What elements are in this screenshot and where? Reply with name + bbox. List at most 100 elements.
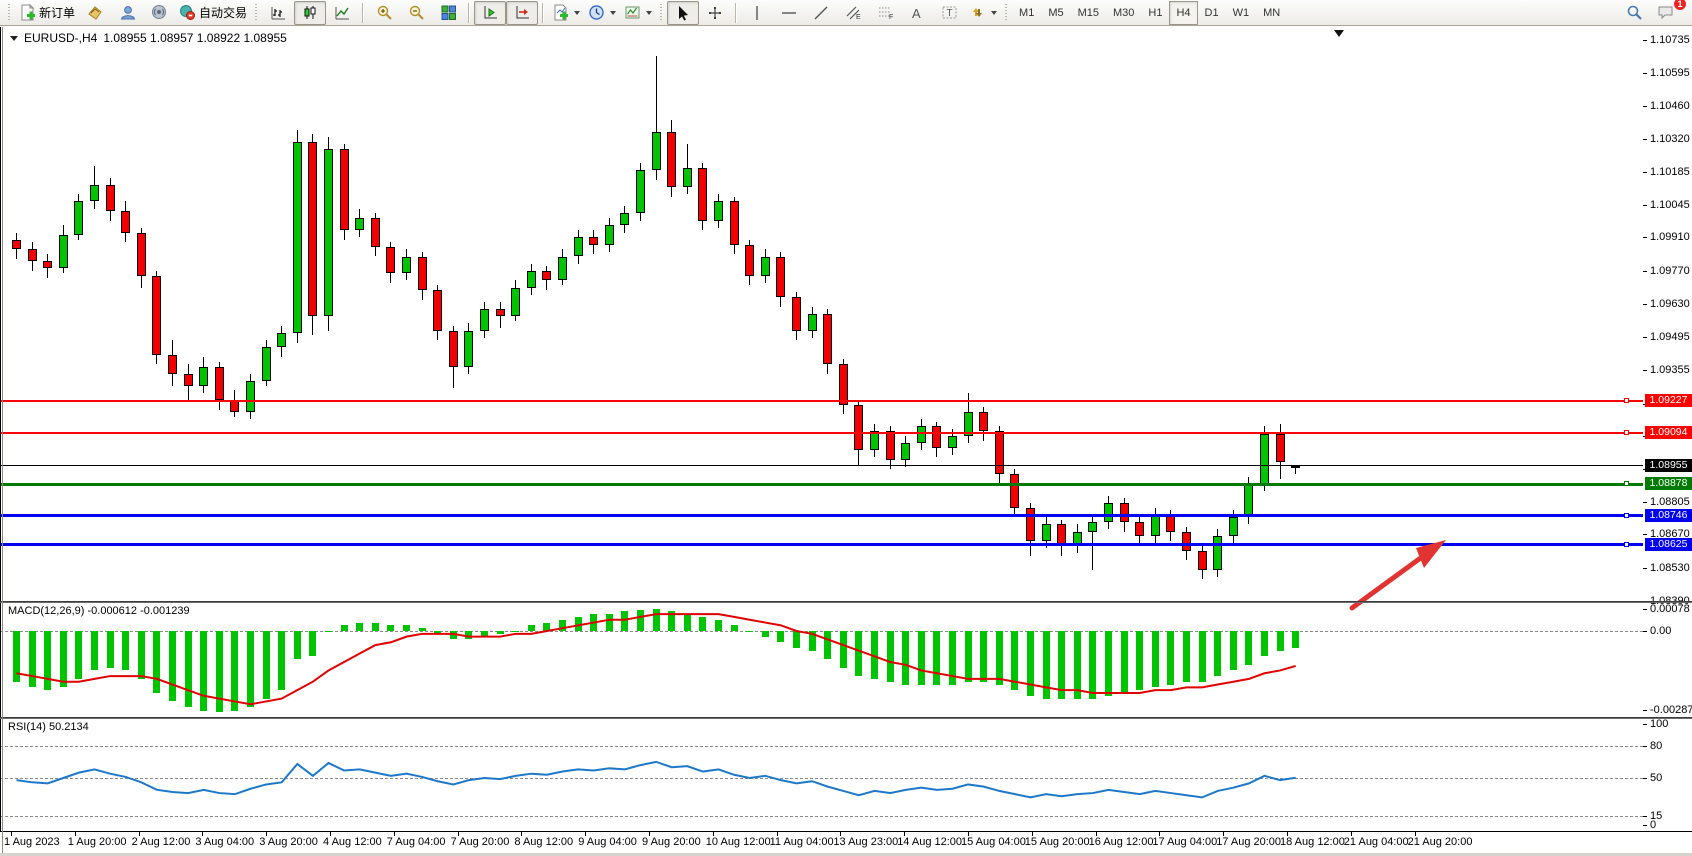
line-handle[interactable] (1624, 430, 1629, 435)
new-order-button[interactable]: 新订单 (15, 1, 79, 25)
equidistant-channel-icon: E (845, 4, 862, 21)
macd-histogram-bar (590, 614, 597, 631)
new-chart-button[interactable] (79, 1, 111, 25)
candle (901, 443, 910, 460)
price-line-label: 1.08955 (1645, 459, 1692, 472)
cursor-button[interactable] (667, 1, 699, 25)
horizontal-line-1.08955[interactable] (0, 465, 1643, 466)
line-chart-button[interactable] (326, 1, 358, 25)
fibonacci-button[interactable]: F (869, 1, 901, 25)
tile-windows-button[interactable] (432, 1, 464, 25)
candle (215, 367, 224, 400)
arrows-button[interactable] (965, 1, 1001, 25)
pane-separator[interactable] (0, 717, 1692, 719)
macd-histogram-bar (559, 620, 566, 631)
candle (1088, 522, 1097, 532)
fibonacci-icon: F (877, 4, 894, 21)
horizontal-line-1.09094[interactable] (0, 432, 1643, 434)
text-button[interactable]: A (901, 1, 933, 25)
candle (230, 400, 239, 412)
notifications-button[interactable]: 1 (1650, 1, 1682, 25)
price-tick-mark (1643, 337, 1647, 338)
line-handle[interactable] (1624, 542, 1629, 547)
timeframe-m5-button[interactable]: M5 (1041, 1, 1070, 25)
horizontal-line-1.09227[interactable] (0, 400, 1643, 402)
rsi-pane[interactable] (0, 719, 1692, 831)
timeframe-mn-button[interactable]: MN (1256, 1, 1287, 25)
timeframe-h1-button[interactable]: H1 (1141, 1, 1169, 25)
rsi-tick-label: 80 (1650, 740, 1662, 752)
alerts-button[interactable] (143, 1, 175, 25)
macd-histogram-bar (91, 631, 98, 670)
line-handle[interactable] (1624, 481, 1629, 486)
horizontal-line-1.08746[interactable] (0, 514, 1643, 517)
horizontal-line-1.08878[interactable] (0, 483, 1643, 486)
search-button[interactable] (1618, 1, 1650, 25)
toolbar-grip[interactable] (659, 4, 664, 22)
auto-scroll-button[interactable] (474, 1, 506, 25)
trendline-icon (813, 5, 829, 21)
macd-histogram-bar (949, 631, 956, 685)
candle (979, 412, 988, 431)
text-icon: A (909, 5, 925, 21)
bar-chart-button[interactable] (262, 1, 294, 25)
timeframe-h4-button[interactable]: H4 (1169, 1, 1197, 25)
chart-shift-button[interactable] (506, 1, 538, 25)
macd-histogram-bar (746, 631, 753, 632)
indicators-button[interactable] (548, 1, 584, 25)
profiles-button[interactable] (111, 1, 143, 25)
macd-histogram-bar (1292, 631, 1299, 648)
toolbar-grip[interactable] (254, 4, 259, 22)
macd-histogram-bar (902, 631, 909, 685)
toolbar-grip[interactable] (1004, 4, 1009, 22)
line-handle[interactable] (1624, 513, 1629, 518)
autotrade-button[interactable]: 自动交易 (175, 1, 251, 25)
candle (667, 132, 676, 187)
candle (1260, 434, 1269, 484)
periods-button[interactable] (584, 1, 620, 25)
macd-histogram-bar (1199, 631, 1206, 682)
macd-histogram-bar (387, 625, 394, 631)
timeframe-m30-button[interactable]: M30 (1106, 1, 1141, 25)
line-handle[interactable] (1624, 398, 1629, 403)
equidistant-channel-button[interactable]: E (837, 1, 869, 25)
candle (137, 233, 146, 276)
candlestick-chart-button[interactable] (294, 1, 326, 25)
arrows-caret-icon (991, 11, 997, 15)
timeframe-w1-button[interactable]: W1 (1226, 1, 1257, 25)
text-label-button[interactable]: T (933, 1, 965, 25)
toolbar-grip[interactable] (7, 4, 12, 22)
candle (402, 257, 411, 274)
pane-separator[interactable] (0, 601, 1692, 603)
timeframe-m15-button[interactable]: M15 (1071, 1, 1106, 25)
time-tick-label: 10 Aug 12:00 (706, 836, 771, 848)
templates-button[interactable] (620, 1, 656, 25)
new-chart-icon (87, 4, 104, 21)
price-tick-label: 1.09355 (1650, 364, 1690, 376)
candle (636, 170, 645, 213)
vertical-line-button[interactable] (741, 1, 773, 25)
price-tick-label: 1.10735 (1650, 34, 1690, 46)
zoom-in-button[interactable] (368, 1, 400, 25)
macd-histogram-bar (13, 631, 20, 682)
macd-histogram-bar (1214, 631, 1221, 676)
zoom-out-button[interactable] (400, 1, 432, 25)
symbol-dropdown-icon[interactable] (10, 36, 18, 41)
crosshair-button[interactable] (699, 1, 731, 25)
macd-histogram-bar (231, 631, 238, 711)
candle (917, 426, 926, 443)
horizontal-line-button[interactable] (773, 1, 805, 25)
price-tick-label: 1.09770 (1650, 265, 1690, 277)
candle (1151, 515, 1160, 537)
time-tick-label: 13 Aug 23:00 (833, 836, 898, 848)
macd-tick-mark (1643, 609, 1647, 610)
candle (308, 142, 317, 317)
timeframe-m1-button[interactable]: M1 (1012, 1, 1041, 25)
macd-histogram-bar (1058, 631, 1065, 699)
chart-shift-marker[interactable] (1334, 30, 1344, 37)
trendline-button[interactable] (805, 1, 837, 25)
timeframe-d1-button[interactable]: D1 (1198, 1, 1226, 25)
macd-histogram-bar (278, 631, 285, 690)
price-tick-label: 1.10595 (1650, 67, 1690, 79)
horizontal-line-1.08625[interactable] (0, 543, 1643, 546)
